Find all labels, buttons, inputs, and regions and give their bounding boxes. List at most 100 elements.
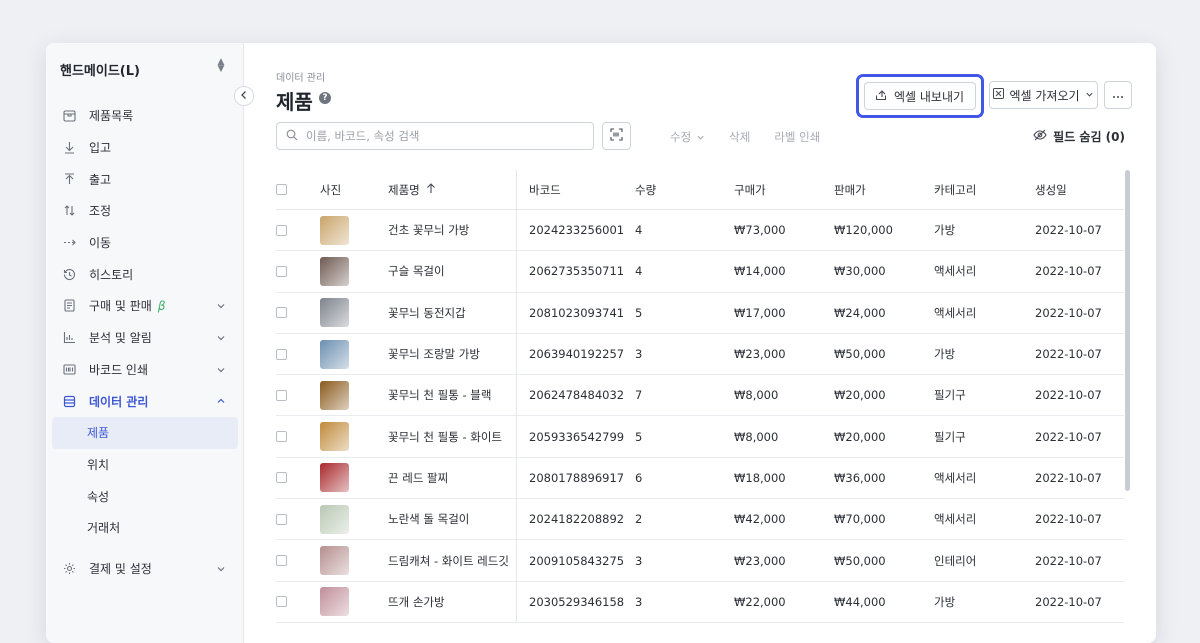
product-purchase-price: ₩14,000 xyxy=(734,264,786,279)
product-created-date: 2022-10-07 xyxy=(1035,594,1102,609)
sidebar-item-barcode-print[interactable]: 바코드 인쇄 xyxy=(52,354,238,386)
field-hide-button[interactable]: 필드 숨김 (0) xyxy=(1033,128,1125,145)
row-checkbox[interactable] xyxy=(276,596,287,608)
sidebar-item-data-management[interactable]: 데이터 관리 xyxy=(52,385,238,417)
column-header-name[interactable]: 제품명 xyxy=(388,170,436,209)
row-checkbox[interactable] xyxy=(276,224,287,236)
org-switch-icon[interactable]: ▲ ▼ xyxy=(216,58,226,74)
product-barcode: 2024233256001 xyxy=(529,223,625,238)
row-checkbox[interactable] xyxy=(276,389,287,401)
row-checkbox[interactable] xyxy=(276,265,287,277)
sidebar-item-analytics[interactable]: 분석 및 알림 xyxy=(52,322,238,354)
sidebar-item-products[interactable]: 제품목록 xyxy=(52,100,238,132)
sidebar-item-label: 입고 xyxy=(89,141,112,156)
row-checkbox[interactable] xyxy=(276,431,287,443)
table-row[interactable]: 꽃무늬 천 필통 - 화이트 2059336542799 5 ₩8,000 ₩2… xyxy=(276,416,1124,458)
product-purchase-price: ₩22,000 xyxy=(734,594,786,609)
row-checkbox[interactable] xyxy=(276,472,287,484)
column-header-quantity[interactable]: 수량 xyxy=(635,170,656,209)
org-name[interactable]: 핸드메이드(L) xyxy=(60,60,140,79)
table-row[interactable]: 끈 레드 팔찌 2080178896917 6 ₩18,000 ₩36,000 … xyxy=(276,457,1124,500)
table-row[interactable]: 뜨개 손가방 2030529346158 3 ₩22,000 ₩44,000 가… xyxy=(276,581,1124,623)
column-header-purchase-price[interactable]: 구매가 xyxy=(734,170,766,209)
sidebar-subitem-attributes[interactable]: 속성 xyxy=(52,480,238,512)
product-photo xyxy=(320,463,349,493)
scan-icon xyxy=(610,128,623,144)
delete-button[interactable]: 삭제 xyxy=(729,129,750,145)
column-divider xyxy=(516,416,517,457)
column-header-barcode[interactable]: 바코드 xyxy=(529,170,561,209)
product-barcode: 2062478484032 xyxy=(529,388,625,403)
product-sale-price: ₩50,000 xyxy=(834,347,886,362)
product-photo-cell xyxy=(320,293,349,333)
column-divider[interactable] xyxy=(516,170,517,209)
export-icon xyxy=(875,89,888,104)
column-divider xyxy=(516,540,517,581)
sidebar-item-history[interactable]: 히스토리 xyxy=(52,258,238,290)
select-all-checkbox[interactable] xyxy=(276,184,287,195)
sidebar-item-inbound[interactable]: 입고 xyxy=(52,132,238,164)
product-category: 인테리어 xyxy=(934,553,977,568)
sidebar-item-move[interactable]: 이동 xyxy=(52,227,238,259)
import-excel-button[interactable]: 엑셀 가져오기 xyxy=(989,81,1098,109)
barcode-scan-button[interactable] xyxy=(602,122,631,150)
products-table: 사진 제품명 바코드 수량 구매가 판매가 카테고리 생성일 건초 꽃무늬 가방… xyxy=(276,170,1124,623)
sidebar-item-outbound[interactable]: 출고 xyxy=(52,163,238,195)
row-checkbox[interactable] xyxy=(276,348,287,360)
sidebar-subitem-locations[interactable]: 위치 xyxy=(52,449,238,481)
product-sale-price: ₩70,000 xyxy=(834,512,886,527)
product-quantity: 5 xyxy=(635,305,643,320)
row-checkbox-cell xyxy=(276,251,287,291)
chevron-down-icon xyxy=(216,364,226,378)
row-checkbox[interactable] xyxy=(276,307,287,319)
column-header-created[interactable]: 생성일 xyxy=(1035,170,1067,209)
table-row[interactable]: 노란색 돌 목걸이 2024182208892 2 ₩42,000 ₩70,00… xyxy=(276,499,1124,541)
search-placeholder: 이름, 바코드, 속성 검색 xyxy=(306,129,420,143)
export-excel-button[interactable]: 엑셀 내보내기 xyxy=(864,82,976,110)
row-checkbox[interactable] xyxy=(276,513,287,525)
chevron-down-icon xyxy=(696,133,705,142)
table-row[interactable]: 꽃무늬 천 필통 - 블랙 2062478484032 7 ₩8,000 ₩20… xyxy=(276,375,1124,417)
search-input[interactable]: 이름, 바코드, 속성 검색 xyxy=(276,122,594,150)
product-photo-cell xyxy=(320,375,349,415)
product-created-date: 2022-10-07 xyxy=(1035,512,1102,527)
table-row[interactable]: 구슬 목걸이 2062735350711 4 ₩14,000 ₩30,000 액… xyxy=(276,251,1124,293)
product-category: 가방 xyxy=(934,347,956,362)
table-row[interactable]: 꽃무늬 동전지갑 2081023093741 5 ₩17,000 ₩24,000… xyxy=(276,292,1124,334)
column-header-category[interactable]: 카테고리 xyxy=(934,170,976,209)
row-checkbox-cell xyxy=(276,540,287,580)
product-photo xyxy=(320,380,349,410)
product-sale-price: ₩120,000 xyxy=(834,223,893,238)
product-name: 꽃무늬 천 필통 - 블랙 xyxy=(388,388,492,403)
table-scrollbar[interactable] xyxy=(1125,170,1130,491)
product-barcode: 2030529346158 xyxy=(529,594,625,609)
edit-dropdown[interactable]: 수정 xyxy=(670,129,705,145)
table-row[interactable]: 꽃무늬 조랑말 가방 2063940192257 3 ₩23,000 ₩50,0… xyxy=(276,333,1124,376)
product-photo xyxy=(320,546,349,576)
sidebar-item-adjust[interactable]: 조정 xyxy=(52,195,238,227)
more-options-button[interactable] xyxy=(1104,81,1132,109)
row-checkbox[interactable] xyxy=(276,555,287,567)
sidebar-subitem-partners[interactable]: 거래처 xyxy=(52,512,238,544)
table-row[interactable]: 건초 꽃무늬 가방 2024233256001 4 ₩73,000 ₩120,0… xyxy=(276,210,1124,252)
breadcrumb[interactable]: 데이터 관리 xyxy=(276,69,325,84)
column-header-sale-price[interactable]: 판매가 xyxy=(834,170,866,209)
help-icon[interactable]: ? xyxy=(319,92,331,104)
sidebar-item-label: 결제 및 설정 xyxy=(89,561,152,576)
sidebar-item-settings[interactable]: 결제 및 설정 xyxy=(52,553,238,585)
eye-off-icon xyxy=(1033,129,1047,144)
row-checkbox-cell xyxy=(276,416,287,456)
table-row[interactable]: 드림캐쳐 - 화이트 레드깃 2009105843275 3 ₩23,000 ₩… xyxy=(276,540,1124,582)
product-created-date: 2022-10-07 xyxy=(1035,470,1102,485)
product-photo xyxy=(320,298,349,328)
product-category: 필기구 xyxy=(934,429,966,444)
sidebar-subitem-products[interactable]: 제품 xyxy=(52,416,238,449)
product-category: 가방 xyxy=(934,223,956,238)
sidebar-item-sales[interactable]: 구매 및 판매 β xyxy=(52,290,238,322)
chevron-up-icon xyxy=(216,395,226,409)
product-category: 액세서리 xyxy=(934,264,977,279)
print-label-button[interactable]: 라벨 인쇄 xyxy=(774,129,820,145)
table-header-row: 사진 제품명 바코드 수량 구매가 판매가 카테고리 생성일 xyxy=(276,170,1124,210)
product-name: 꽃무늬 조랑말 가방 xyxy=(388,347,480,362)
sidebar-collapse-button[interactable] xyxy=(234,86,254,106)
